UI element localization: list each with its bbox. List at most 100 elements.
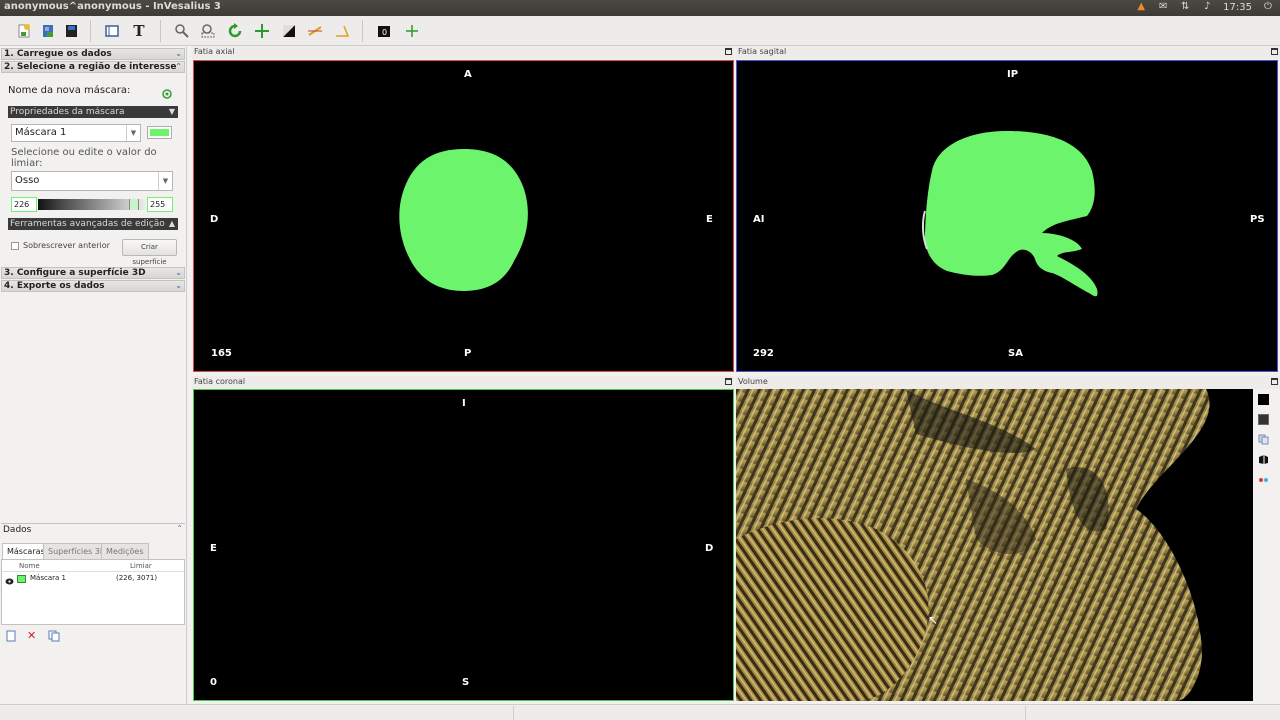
advanced-tools-label: Ferramentas avançadas de edição [10, 219, 165, 229]
measure-distance-icon[interactable] [305, 21, 325, 41]
maximize-icon[interactable] [725, 378, 732, 385]
axial-viewport[interactable]: A P D E 165 [193, 60, 734, 372]
mask-properties-label: Propriedades da máscara [10, 107, 125, 117]
import-dicom-icon[interactable] [14, 21, 34, 41]
coronal-bottom-label: S [462, 677, 470, 688]
system-tray: ▲ ✉ ⇅ ♪ 17:35 ⏻ [1135, 1, 1274, 13]
clock[interactable]: 17:35 [1223, 2, 1252, 13]
axial-top-label: A [464, 69, 472, 80]
axial-right-label: E [706, 214, 713, 225]
mask-select[interactable]: Máscara 1 ▼ [11, 124, 141, 142]
threshold-label: Selecione ou edite o valor do limiar: [11, 147, 157, 169]
overwrite-checkbox[interactable] [11, 242, 19, 250]
add-icon[interactable] [402, 21, 422, 41]
step-3-header[interactable]: 3. Configure a superfície 3D ⌄ [1, 267, 185, 279]
row-name: Máscara 1 [30, 574, 66, 582]
step-2-header[interactable]: 2. Selecione a região de interesse ⌃ [1, 61, 185, 73]
vlc-icon[interactable]: ▲ [1135, 1, 1147, 13]
chevron-down-icon: ▼ [158, 172, 172, 190]
save-project-icon[interactable] [61, 21, 81, 41]
cube-icon[interactable] [1258, 454, 1269, 465]
sagittal-viewport[interactable]: IP SA AI PS 292 [736, 60, 1278, 372]
svg-text:0: 0 [382, 28, 387, 37]
advanced-tools-header[interactable]: Ferramentas avançadas de edição ▲ [8, 218, 178, 230]
volume-rendering [736, 389, 1253, 701]
threshold-min-input[interactable]: 226 [11, 197, 37, 212]
background-color-icon[interactable] [1258, 394, 1269, 405]
mail-icon[interactable]: ✉ [1157, 1, 1169, 13]
expand-icon[interactable]: ⌄ [175, 281, 182, 291]
axial-bottom-label: P [464, 348, 472, 359]
duplicate-mask-icon[interactable] [48, 630, 60, 642]
tab-measures[interactable]: Medições [101, 543, 149, 559]
sagittal-slice-number: 292 [753, 348, 774, 359]
raycasting-icon[interactable] [1258, 414, 1269, 425]
sagittal-bottom-label: SA [1008, 348, 1023, 359]
contrast-icon[interactable] [279, 21, 299, 41]
collapse-icon[interactable]: ⌃ [175, 62, 182, 72]
measure-angle-icon[interactable] [332, 21, 352, 41]
rotate-icon[interactable] [225, 21, 245, 41]
left-panel: 1. Carregue os dados ⌄ 2. Selecione a re… [0, 47, 187, 704]
sagittal-mask [921, 131, 1098, 297]
expand-icon[interactable]: ⌄ [175, 49, 182, 59]
step-2-label: 2. Selecione a região de interesse [4, 62, 177, 72]
step-1-label: 1. Carregue os dados [4, 49, 112, 59]
threshold-max-input[interactable]: 255 [147, 197, 173, 212]
coronal-right-label: D [705, 543, 714, 554]
mask-color-icon [17, 575, 26, 583]
axial-header: Fatia axial [192, 46, 734, 59]
delete-mask-icon[interactable]: ✕ [27, 630, 37, 642]
pan-icon[interactable] [252, 21, 272, 41]
layout-icon[interactable] [102, 21, 122, 41]
table-row[interactable]: Máscara 1 (226, 3071) [2, 574, 184, 585]
status-bar [0, 704, 1280, 720]
main-toolbar: T 0 [0, 16, 1280, 46]
mouse-cursor-icon: ↖ [928, 613, 939, 627]
maximize-icon[interactable] [725, 48, 732, 55]
coronal-title: Fatia coronal [194, 377, 246, 386]
zoom-select-icon[interactable] [198, 21, 218, 41]
new-mask-icon[interactable] [160, 87, 174, 101]
coronal-slice-number: 0 [210, 677, 217, 688]
step-4-header[interactable]: 4. Exporte os dados ⌄ [1, 280, 185, 292]
volume-viewport[interactable]: ↖ [736, 389, 1253, 701]
slice-planes-icon[interactable] [1258, 474, 1269, 485]
zoom-icon[interactable] [172, 21, 192, 41]
step-3-label: 3. Configure a superfície 3D [4, 268, 146, 278]
new-mask-file-icon[interactable] [6, 630, 16, 642]
volume-icon[interactable]: ♪ [1201, 1, 1213, 13]
step-1-header[interactable]: 1. Carregue os dados ⌄ [1, 48, 185, 60]
volume-side-toolbar [1253, 389, 1280, 701]
threshold-handle[interactable] [129, 199, 139, 210]
threshold-preset-select[interactable]: Osso ▼ [11, 171, 173, 191]
window-title: anonymous^anonymous - InVesalius 3 [4, 1, 221, 12]
mask-color-swatch [150, 129, 169, 136]
col-name: Nome [19, 562, 40, 570]
collapse-icon[interactable]: ⌃ [176, 524, 183, 533]
mask-properties-header[interactable]: Propriedades da máscara ▼ [8, 106, 178, 118]
view-icon[interactable] [1258, 434, 1269, 445]
create-surface-button[interactable]: Criar superfície [122, 239, 177, 266]
network-icon[interactable]: ⇅ [1179, 1, 1191, 13]
coronal-viewport[interactable]: I S E D 0 [193, 389, 734, 701]
sagittal-title: Fatia sagital [738, 47, 787, 56]
mask-color-button[interactable] [147, 126, 172, 139]
axial-left-label: D [210, 214, 219, 225]
slice-count-icon[interactable]: 0 [374, 21, 394, 41]
eye-icon[interactable] [5, 575, 14, 585]
text-icon[interactable]: T [129, 21, 149, 41]
power-icon[interactable]: ⏻ [1262, 1, 1274, 13]
toolbar-separator [90, 20, 91, 42]
masks-table: Nome Limiar Máscara 1 (226, 3071) [1, 559, 185, 625]
maximize-icon[interactable] [1271, 48, 1278, 55]
maximize-icon[interactable] [1271, 378, 1278, 385]
data-panel-title: Dados [3, 525, 32, 535]
expand-icon[interactable]: ⌄ [175, 268, 182, 278]
overwrite-label: Sobrescrever anterior [23, 241, 110, 250]
open-project-icon[interactable] [38, 21, 58, 41]
threshold-gradient-slider[interactable] [38, 199, 146, 210]
coronal-left-label: E [210, 543, 217, 554]
row-threshold: (226, 3071) [116, 574, 158, 582]
toolbar-separator [362, 20, 363, 42]
